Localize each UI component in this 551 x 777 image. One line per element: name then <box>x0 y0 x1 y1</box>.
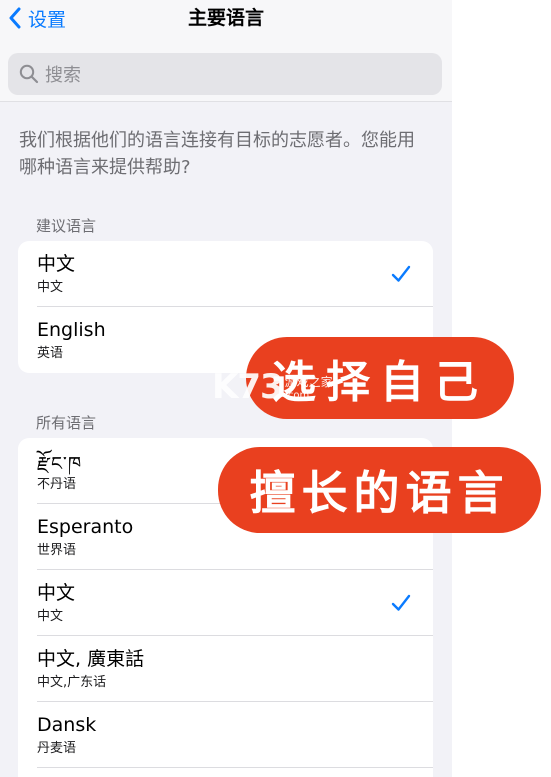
all-section-label: 所有语言 <box>36 414 97 432</box>
search-input[interactable]: 搜索 <box>8 53 442 95</box>
watermark-logo: K73 游戏之家 .com <box>212 367 333 407</box>
navigation-bar: 设置 主要语言 <box>0 0 452 44</box>
description-text: 我们根据他们的语言连接有目标的志愿者。您能用哪种语言来提供帮助? <box>19 130 415 178</box>
language-subtitle: 世界语 <box>37 543 77 558</box>
search-bar-container: 搜索 <box>0 44 452 102</box>
suggested-section-label: 建议语言 <box>36 217 97 235</box>
search-placeholder: 搜索 <box>45 65 81 86</box>
language-subtitle: 中文 <box>37 609 64 624</box>
language-row[interactable]: 中文, 廣東話 中文,广东话 <box>18 636 433 702</box>
watermark-line2: .com <box>284 390 310 401</box>
language-subtitle: 丹麦语 <box>37 741 77 756</box>
checkmark-icon <box>391 265 411 282</box>
language-name: རྫོང་ཁ <box>37 453 83 475</box>
language-name: English <box>37 319 106 341</box>
language-subtitle: 英语 <box>37 346 64 361</box>
page-title: 主要语言 <box>187 7 264 29</box>
language-subtitle: 中文,广东话 <box>37 675 107 690</box>
language-name: Dansk <box>37 714 97 736</box>
search-icon <box>19 64 39 84</box>
language-row[interactable]: 中文 中文 <box>18 241 433 307</box>
checkmark-icon <box>391 594 411 611</box>
language-row[interactable]: Dansk 丹麦语 <box>18 702 433 768</box>
language-subtitle: 不丹语 <box>37 477 77 492</box>
language-name: 中文 <box>37 253 76 275</box>
language-name: Esperanto <box>37 516 134 538</box>
language-name: 中文, 廣東話 <box>37 648 145 670</box>
language-row[interactable]: 中文 中文 <box>18 570 433 636</box>
language-name: 中文 <box>37 582 76 604</box>
overlay-banner-bottom: 擅长的语言 <box>218 447 541 533</box>
watermark-line1: 游戏之家 <box>284 375 333 389</box>
overlay-text: 擅长的语言 <box>249 466 510 520</box>
language-subtitle: 中文 <box>37 280 64 295</box>
watermark-brand: K73 <box>212 367 284 407</box>
